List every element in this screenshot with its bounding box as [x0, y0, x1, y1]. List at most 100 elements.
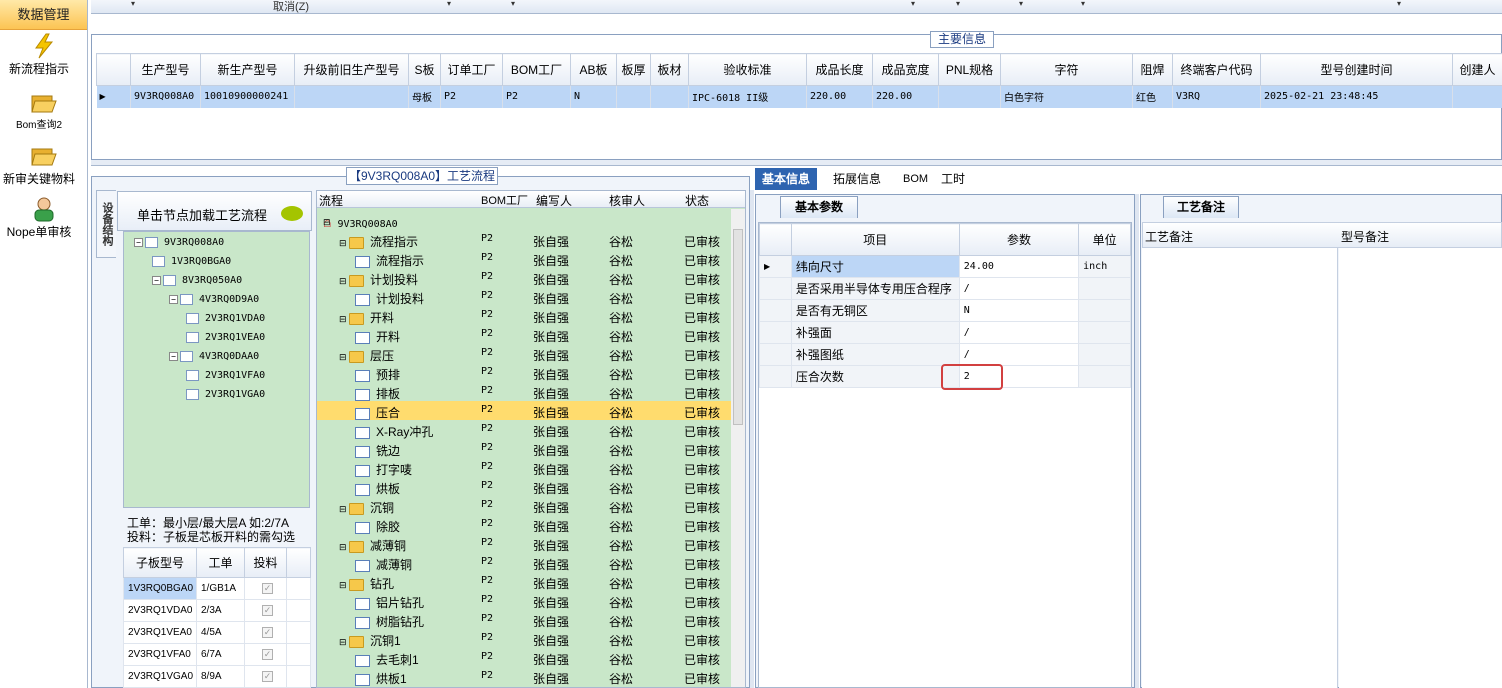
list-item[interactable]: ⊟ ⌂ 9V3RQ008A0	[317, 211, 731, 230]
dropdown-arrow-icon[interactable]: ▾	[911, 0, 915, 8]
comment-bubble-icon[interactable]	[281, 206, 303, 221]
vertical-splitter[interactable]	[1135, 194, 1139, 688]
column-header[interactable]: 板材	[650, 53, 689, 86]
table-row[interactable]: 2V3RQ1VGA0 8/9A ✓	[123, 665, 311, 688]
list-item[interactable]: 去毛刺1 P2 张自强 谷松 已审核	[317, 648, 731, 667]
column-header[interactable]: 单位	[1078, 223, 1131, 256]
nav-item-new-flow[interactable]: 新流程指示	[0, 33, 88, 76]
collapse-toggle-icon[interactable]: ⊟	[339, 352, 349, 362]
collapse-toggle-icon[interactable]: ⊟	[339, 276, 349, 286]
column-header[interactable]: 终端客户代码	[1172, 53, 1261, 86]
table-row[interactable]: 1V3RQ0BGA0 1/GB1A ✓	[123, 577, 311, 600]
dropdown-arrow-icon[interactable]: ▾	[131, 0, 135, 8]
tab-device-structure[interactable]: 设备结构	[96, 190, 116, 258]
collapse-toggle-icon[interactable]: −	[169, 351, 178, 361]
dropdown-arrow-icon[interactable]: ▾	[511, 0, 515, 8]
dropdown-arrow-icon[interactable]: ▾	[1081, 0, 1085, 8]
column-header[interactable]: 生产型号	[130, 53, 201, 86]
model-remark-area[interactable]	[1339, 248, 1502, 688]
list-item[interactable]: 除胶 P2 张自强 谷松 已审核	[317, 515, 731, 534]
tree-node[interactable]: 2V3RQ1VDA0	[186, 312, 265, 326]
tree-node[interactable]: − 4V3RQ0DAA0	[169, 350, 259, 364]
collapse-toggle-icon[interactable]: ⊟	[339, 542, 349, 552]
tab-basic-info[interactable]: 基本信息	[755, 168, 818, 190]
nav-item-bom-query[interactable]: Bom查询2	[0, 90, 88, 133]
param-value-cell[interactable]: 24.00	[958, 255, 1080, 278]
feed-checkbox[interactable]: ✓	[262, 627, 273, 638]
list-item[interactable]: ⊟ 计划投料 P2 张自强 谷松 已审核	[317, 268, 731, 287]
tab-work-hours[interactable]: 工时	[941, 168, 965, 190]
list-item[interactable]: 烘板1 P2 张自强 谷松 已审核	[317, 667, 731, 686]
sub-feed-cell[interactable]: ✓	[244, 665, 287, 688]
tab-basic-params[interactable]: 基本参数	[780, 196, 858, 218]
tree-node[interactable]: 1V3RQ0BGA0	[152, 255, 231, 269]
column-header[interactable]: 新生产型号	[200, 53, 295, 86]
list-item[interactable]: 铝片钻孔 P2 张自强 谷松 已审核	[317, 591, 731, 610]
table-row[interactable]: 是否有无铜区 N	[759, 299, 1131, 322]
table-row[interactable]: 补强图纸 /	[759, 343, 1131, 366]
sub-order-cell[interactable]: 1/GB1A	[196, 577, 245, 600]
horizontal-splitter[interactable]	[91, 160, 1502, 166]
sub-feed-cell[interactable]: ✓	[244, 577, 287, 600]
column-header[interactable]: 阻焊	[1132, 53, 1173, 86]
column-header[interactable]: 成品宽度	[872, 53, 939, 86]
column-header[interactable]: 核审人	[609, 192, 645, 209]
column-header[interactable]: 投料	[244, 547, 287, 578]
param-value-cell[interactable]: /	[958, 321, 1080, 344]
list-item[interactable]: 排板 P2 张自强 谷松 已审核	[317, 382, 731, 401]
vertical-splitter[interactable]	[750, 190, 754, 688]
collapse-toggle-icon[interactable]: ⊟	[339, 504, 349, 514]
collapse-toggle-icon[interactable]: ⊟	[339, 580, 349, 590]
tree-node[interactable]: 2V3RQ1VFA0	[186, 369, 265, 383]
table-row[interactable]: 2V3RQ1VDA0 2/3A ✓	[123, 599, 311, 622]
list-item[interactable]: 压合 P2 张自强 谷松 已审核	[317, 401, 731, 420]
column-header[interactable]: 子板型号	[123, 547, 197, 578]
process-remark-area[interactable]	[1142, 248, 1338, 688]
collapse-toggle-icon[interactable]: −	[169, 294, 178, 304]
column-header[interactable]: BOM工厂	[481, 192, 528, 208]
tree-node[interactable]: 2V3RQ1VGA0	[186, 388, 265, 402]
list-item[interactable]: 铣边 P2 张自强 谷松 已审核	[317, 439, 731, 458]
column-header[interactable]: BOM工厂	[502, 53, 571, 86]
tree-node[interactable]: − 9V3RQ008A0	[134, 236, 224, 250]
list-item[interactable]: 树脂钻孔 P2 张自强 谷松 已审核	[317, 610, 731, 629]
column-header[interactable]: 字符	[1000, 53, 1133, 86]
column-header[interactable]: 流程	[319, 192, 343, 209]
column-header[interactable]: AB板	[570, 53, 617, 86]
column-header[interactable]: 编写人	[536, 192, 572, 209]
list-item[interactable]: ⊟ 沉铜1 P2 张自强 谷松 已审核	[317, 629, 731, 648]
sub-feed-cell[interactable]: ✓	[244, 643, 287, 666]
collapse-toggle-icon[interactable]: ⊟	[339, 637, 349, 647]
sub-order-cell[interactable]: 2/3A	[196, 599, 245, 622]
vertical-scrollbar[interactable]	[731, 209, 745, 687]
sub-order-cell[interactable]: 6/7A	[196, 643, 245, 666]
collapse-toggle-icon[interactable]: −	[134, 237, 143, 247]
tree-node[interactable]: 2V3RQ1VEA0	[186, 331, 265, 345]
column-header[interactable]: 验收标准	[688, 53, 807, 86]
table-row[interactable]: 2V3RQ1VFA0 6/7A ✓	[123, 643, 311, 666]
dropdown-arrow-icon[interactable]: ▾	[1019, 0, 1023, 8]
tree-node[interactable]: − 8V3RQ050A0	[152, 274, 242, 288]
column-header[interactable]: PNL规格	[938, 53, 1001, 86]
param-value-cell[interactable]: /	[958, 343, 1080, 366]
list-item[interactable]: 流程指示 P2 张自强 谷松 已审核	[317, 249, 731, 268]
param-value-cell[interactable]: /	[958, 277, 1080, 300]
column-header[interactable]: 板厚	[616, 53, 651, 86]
tab-bom[interactable]: BOM	[903, 168, 928, 190]
list-item[interactable]: ⊟ 开料 P2 张自强 谷松 已审核	[317, 306, 731, 325]
table-row[interactable]: 补强面 /	[759, 321, 1131, 344]
scrollbar-thumb[interactable]	[733, 229, 743, 425]
column-header[interactable]: 型号创建时间	[1260, 53, 1453, 86]
tab-extended-info[interactable]: 拓展信息	[833, 168, 881, 190]
column-header[interactable]: 创建人	[1452, 53, 1502, 86]
list-item[interactable]: 预排 P2 张自强 谷松 已审核	[317, 363, 731, 382]
tree-node[interactable]: − 4V3RQ0D9A0	[169, 293, 259, 307]
table-row[interactable]: 2V3RQ1VEA0 4/5A ✓	[123, 621, 311, 644]
dropdown-arrow-icon[interactable]: ▾	[447, 0, 451, 8]
feed-checkbox[interactable]: ✓	[262, 583, 273, 594]
column-header[interactable]: 项目	[790, 223, 960, 256]
column-header[interactable]: 成品长度	[806, 53, 873, 86]
column-header[interactable]: 订单工厂	[440, 53, 503, 86]
sub-feed-cell[interactable]: ✓	[244, 599, 287, 622]
cancel-button[interactable]: 取消(Z)	[273, 0, 309, 14]
